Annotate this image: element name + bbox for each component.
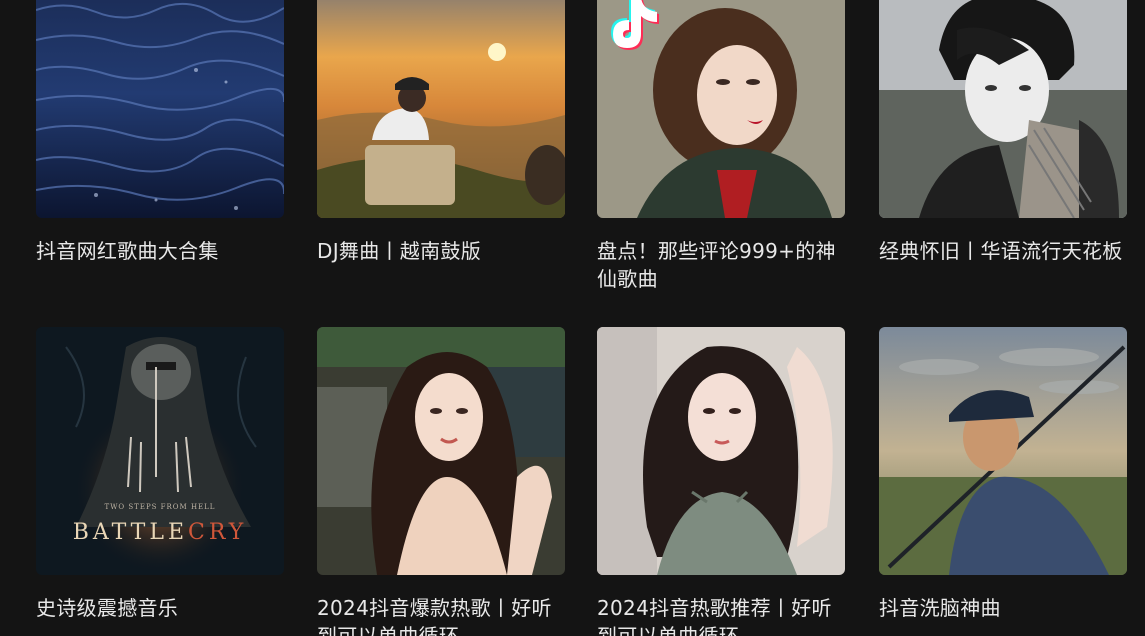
playlist-cover[interactable] [879, 327, 1127, 575]
album-cover-title-main: BATTLE [72, 520, 189, 545]
playlist-cover[interactable] [597, 0, 845, 218]
girl-portrait-image [597, 327, 845, 575]
playlist-cover[interactable] [317, 0, 565, 218]
sunset-mountain-image [317, 0, 565, 218]
illustrated-man-cap-image [879, 327, 1127, 575]
playlist-title[interactable]: 抖音洗脑神曲 [879, 594, 1127, 622]
girl-portrait-image [317, 327, 565, 575]
tiktok-logo-icon [611, 0, 659, 50]
playlist-title[interactable]: DJ舞曲丨越南鼓版 [317, 237, 565, 265]
playlist-grid: 抖音网红歌曲大合集 DJ舞曲丨越南鼓版 盘点！那些评论999+的神仙歌曲 经典怀… [0, 0, 1145, 636]
playlist-cover[interactable] [36, 0, 284, 218]
ocean-waves-image [36, 0, 284, 218]
playlist-cover[interactable] [879, 0, 1127, 218]
album-subtitle: TWO STEPS FROM HELL [104, 503, 216, 511]
playlist-title[interactable]: 2024抖音热歌推荐丨好听到可以单曲循环 [597, 594, 845, 636]
playlist-card[interactable]: 盘点！那些评论999+的神仙歌曲 [597, 0, 845, 293]
playlist-title[interactable]: 史诗级震撼音乐 [36, 594, 284, 622]
playlist-card[interactable]: 抖音网红歌曲大合集 [36, 0, 284, 265]
playlist-card[interactable]: 2024抖音热歌推荐丨好听到可以单曲循环 [597, 327, 845, 636]
playlist-title[interactable]: 抖音网红歌曲大合集 [36, 237, 284, 265]
playlist-card[interactable]: DJ舞曲丨越南鼓版 [317, 0, 565, 265]
album-cover-title: BATTLECRY [36, 520, 284, 545]
playlist-cover[interactable]: TWO STEPS FROM HELL BATTLECRY [36, 327, 284, 575]
playlist-card[interactable]: TWO STEPS FROM HELL BATTLECRY 史诗级震撼音乐 [36, 327, 284, 622]
playlist-cover[interactable] [317, 327, 565, 575]
playlist-title[interactable]: 盘点！那些评论999+的神仙歌曲 [597, 237, 845, 293]
playlist-cover[interactable] [597, 327, 845, 575]
album-cover-title-accent: CRY [188, 520, 248, 545]
playlist-card[interactable]: 抖音洗脑神曲 [879, 327, 1127, 622]
playlist-title[interactable]: 经典怀旧丨华语流行天花板 [879, 237, 1127, 265]
playlist-title[interactable]: 2024抖音爆款热歌丨好听到可以单曲循环 [317, 594, 565, 636]
playlist-card[interactable]: 经典怀旧丨华语流行天花板 [879, 0, 1127, 265]
playlist-card[interactable]: 2024抖音爆款热歌丨好听到可以单曲循环 [317, 327, 565, 636]
male-singer-portrait-image [879, 0, 1127, 218]
